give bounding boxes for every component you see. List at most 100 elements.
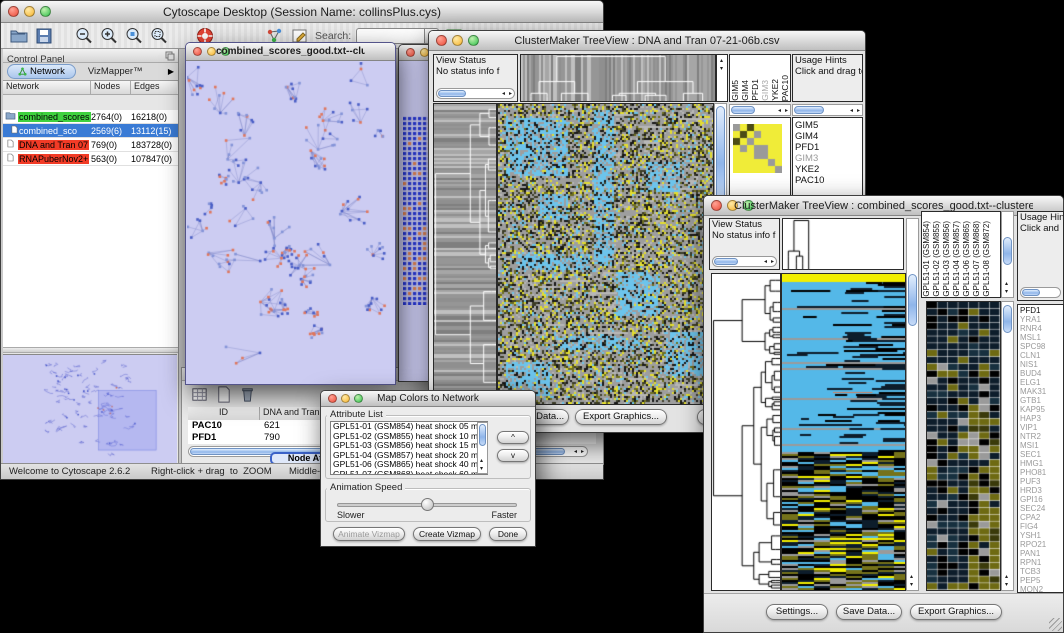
select-attributes-icon[interactable] (190, 385, 209, 404)
save-session-icon[interactable] (34, 26, 54, 46)
global-heatmap-canvas[interactable] (782, 274, 905, 590)
row-dendrogram-canvas[interactable] (434, 104, 496, 404)
gene-label[interactable]: HRD3 (1018, 486, 1063, 495)
column-label[interactable]: GPL51-01 (GSM854) (922, 221, 932, 297)
minimize-button[interactable] (207, 47, 216, 56)
new-attribute-icon[interactable] (214, 385, 233, 404)
gene-label[interactable]: MON2 (1018, 585, 1063, 593)
hints-hscrollbar[interactable] (1020, 287, 1061, 298)
column-label[interactable]: GIM5 (730, 80, 740, 101)
attribute-list[interactable]: GPL51-01 (GSM854) heat shock 05 minGPL51… (330, 421, 488, 475)
gene-label[interactable]: PFD1 (793, 142, 862, 153)
column-dendrogram-panel[interactable] (782, 218, 904, 270)
gene-label[interactable]: MAK31 (1018, 387, 1063, 396)
hints-hscrollbar[interactable]: ◂▸ (792, 104, 863, 116)
birdseye-overview[interactable] (3, 354, 177, 463)
col-header-edges[interactable]: Edges (131, 81, 177, 94)
column-label[interactable]: GPL51-04 (GSM857) (952, 221, 962, 297)
zoom-hscrollbar[interactable]: ◂▸ (729, 104, 791, 116)
global-heatmap-panel[interactable] (497, 103, 714, 405)
create-vizmap-button[interactable]: Create Vizmap (413, 527, 481, 541)
network1-title-bar[interactable]: combined_scores_good.txt--cluste... (186, 43, 395, 61)
open-session-icon[interactable] (9, 26, 29, 46)
gene-label[interactable]: NIS1 (1018, 360, 1063, 369)
gene-label[interactable]: YSH1 (1018, 531, 1063, 540)
animate-vizmap-button[interactable]: Animate Vizmap (333, 527, 405, 541)
close-button[interactable] (193, 47, 202, 56)
gene-label[interactable]: MSL1 (1018, 333, 1063, 342)
done-button[interactable]: Done (489, 527, 527, 541)
gene-label[interactable]: RNR4 (1018, 324, 1063, 333)
gene-label[interactable]: GTB1 (1018, 396, 1063, 405)
gene-label[interactable]: KAP95 (1018, 405, 1063, 414)
gene-label[interactable]: RPN1 (1018, 558, 1063, 567)
gene-label[interactable]: RPO21 (1018, 540, 1063, 549)
gene-label[interactable]: GIM3 (793, 153, 862, 164)
zoom-heatmap-panel[interactable] (926, 301, 1001, 591)
delete-attribute-icon[interactable] (238, 385, 257, 404)
zoom-in-icon[interactable] (99, 26, 119, 46)
gene-label[interactable]: CPA2 (1018, 513, 1063, 522)
gene-label[interactable]: ELG1 (1018, 378, 1063, 387)
gene-label[interactable]: PAC10 (793, 175, 862, 186)
status-hscrollbar[interactable]: ◂▸ (712, 256, 777, 267)
gene-label[interactable]: GIM4 (793, 131, 862, 142)
network-canvas[interactable] (187, 62, 394, 383)
zoom-selected-icon[interactable] (124, 26, 144, 46)
export-graphics-button[interactable]: Export Graphics... (575, 409, 667, 425)
resize-grip[interactable] (1049, 618, 1062, 631)
gene-label[interactable]: PHO81 (1018, 468, 1063, 477)
gene-label[interactable]: SEC1 (1018, 450, 1063, 459)
column-label[interactable]: GPL51-08 (GSM872) (982, 221, 992, 297)
column-label[interactable]: PFD1 (750, 79, 760, 101)
move-down-button[interactable]: v (497, 449, 529, 462)
settings-button[interactable]: Settings... (766, 604, 828, 620)
close-button[interactable] (328, 394, 337, 403)
dendrogram-scroll-strip[interactable]: ▴▾ (716, 54, 728, 102)
main-title-bar[interactable]: Cytoscape Desktop (Session Name: collins… (1, 1, 603, 23)
global-heatmap-canvas[interactable] (498, 104, 713, 404)
heatmap-vscrollbar[interactable]: ▴▾ (906, 218, 919, 591)
col-header-nodes[interactable]: Nodes (91, 81, 131, 94)
column-label[interactable]: GIM3 (760, 80, 770, 101)
column-dendrogram-canvas[interactable] (521, 55, 715, 101)
network-row-combined-scores[interactable]: combined_scores 2764(0) 16218(0) (3, 110, 178, 124)
close-button[interactable] (436, 35, 447, 46)
gene-label[interactable]: CLN1 (1018, 351, 1063, 360)
column-dendrogram-panel[interactable] (520, 54, 716, 102)
network-row-dna-tran[interactable]: DNA and Tran 07 769(0) 183728(0) (3, 138, 178, 152)
gene-label[interactable]: SEC24 (1018, 504, 1063, 513)
column-label[interactable]: PAC10 (780, 75, 790, 101)
gene-label[interactable]: TCB3 (1018, 567, 1063, 576)
network-row-combined-sco[interactable]: combined_sco 2569(6) 13112(15) (3, 124, 178, 138)
column-label[interactable]: GIM4 (740, 80, 750, 101)
column-label[interactable]: GPL51-07 (GSM868) (972, 221, 982, 297)
global-heatmap-panel[interactable] (781, 273, 906, 591)
gene-label[interactable]: YRA1 (1018, 315, 1063, 324)
column-label[interactable]: GPL51-06 (GSM865) (962, 221, 972, 297)
move-up-button[interactable]: ^ (497, 431, 529, 444)
gene-label[interactable]: FIG4 (1018, 522, 1063, 531)
row-dendrogram-canvas[interactable] (712, 274, 780, 590)
panel-splitter[interactable] (3, 347, 178, 353)
tab-overflow-arrow[interactable]: ▶ (168, 67, 174, 76)
close-button[interactable] (406, 48, 415, 57)
gene-label[interactable]: NTR2 (1018, 432, 1063, 441)
gene-label[interactable]: GIM5 (793, 120, 862, 131)
float-panel-icon[interactable] (165, 51, 175, 61)
attribute-list-vscrollbar[interactable]: ▴▾ (477, 422, 488, 474)
gene-label[interactable]: PEP5 (1018, 576, 1063, 585)
gene-label[interactable]: PUF3 (1018, 477, 1063, 486)
gene-label[interactable]: GPI16 (1018, 495, 1063, 504)
minimize-button[interactable] (341, 394, 350, 403)
speed-slider-thumb[interactable] (421, 498, 434, 511)
gene-label[interactable]: HAP3 (1018, 414, 1063, 423)
zoom-out-icon[interactable] (74, 26, 94, 46)
col-header-network[interactable]: Network (3, 81, 91, 94)
row-dendrogram-panel[interactable] (711, 273, 781, 591)
gene-label[interactable]: PFD1 (1018, 306, 1063, 315)
zoom-heatmap-canvas[interactable] (927, 302, 1000, 590)
column-dendrogram-canvas[interactable] (783, 219, 813, 269)
export-graphics-button[interactable]: Export Graphics... (910, 604, 1002, 620)
treeview-dna-title-bar[interactable]: ClusterMaker TreeView : DNA and Tran 07-… (429, 31, 865, 51)
